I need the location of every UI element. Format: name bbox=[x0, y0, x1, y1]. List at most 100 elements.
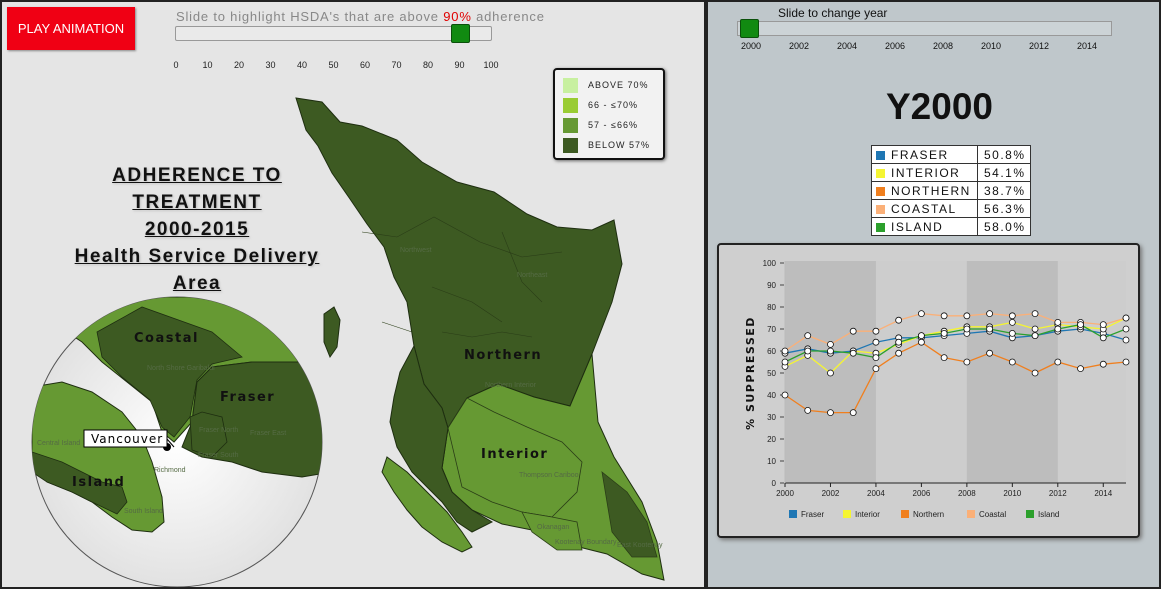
year-tick-label: 2014 bbox=[1076, 41, 1098, 51]
vancouver-label: Vancouver bbox=[91, 432, 163, 446]
adherence-tick-label: 10 bbox=[202, 60, 213, 70]
y-tick-label: 50 bbox=[767, 369, 776, 378]
year-slider-thumb[interactable] bbox=[740, 19, 759, 38]
legend-swatch-interior bbox=[843, 510, 851, 518]
legend-label-island: Island bbox=[1038, 510, 1059, 519]
data-point-coastal bbox=[1054, 319, 1062, 326]
legend-swatch bbox=[563, 117, 578, 133]
legend-item: 57 - ≤66% bbox=[563, 117, 638, 133]
data-point-island bbox=[849, 349, 857, 357]
legend-label-coastal: Coastal bbox=[979, 510, 1006, 519]
legend-label-northern: Northern bbox=[913, 510, 944, 519]
data-point-northern bbox=[1122, 358, 1130, 366]
adherence-slider-track[interactable] bbox=[175, 26, 492, 41]
adherence-slider-thumb[interactable] bbox=[451, 24, 470, 43]
region-swatch bbox=[876, 168, 885, 178]
x-tick-label: 2000 bbox=[776, 489, 794, 498]
region-value: 56.3% bbox=[977, 199, 1031, 218]
legend-label: 57 - ≤66% bbox=[588, 120, 638, 130]
table-row: ISLAND 58.0% bbox=[871, 217, 1031, 236]
legend-label: ABOVE 70% bbox=[588, 80, 649, 90]
map-legend: ABOVE 70% 66 - ≤70% 57 - ≤66% BELOW 57% bbox=[553, 68, 665, 160]
legend-swatch-coastal bbox=[967, 510, 975, 518]
label-central-island: Central Island bbox=[37, 440, 80, 447]
legend-item: 66 - ≤70% bbox=[563, 97, 638, 113]
legend-swatch-fraser bbox=[789, 510, 797, 518]
region-name-cell: COASTAL bbox=[871, 199, 978, 218]
x-tick-label: 2006 bbox=[913, 489, 931, 498]
adherence-tick-label: 30 bbox=[265, 60, 276, 70]
data-point-island bbox=[1122, 325, 1130, 333]
data-point-island bbox=[827, 347, 834, 355]
label-island: Island bbox=[72, 475, 125, 490]
label-interior: Interior bbox=[481, 447, 548, 462]
region-name-cell: INTERIOR bbox=[871, 163, 978, 182]
data-point-island bbox=[1008, 330, 1016, 337]
table-row: INTERIOR 54.1% bbox=[871, 163, 1031, 182]
data-point-coastal bbox=[986, 310, 994, 317]
data-point-coastal bbox=[804, 332, 812, 339]
year-slider-track[interactable] bbox=[737, 21, 1112, 36]
data-point-coastal bbox=[917, 310, 925, 317]
region-name: ISLAND bbox=[891, 219, 944, 234]
data-point-northern bbox=[963, 358, 971, 366]
shaded-band bbox=[966, 261, 1058, 483]
data-point-coastal bbox=[940, 312, 948, 320]
data-point-coastal bbox=[781, 347, 789, 355]
x-tick-label: 2012 bbox=[1049, 489, 1067, 498]
label-fraser-south: Fraser South bbox=[198, 452, 239, 459]
year-tick-label: 2008 bbox=[932, 41, 954, 51]
label-fraser-north: Fraser North bbox=[199, 427, 238, 434]
label-fraser: Fraser bbox=[220, 390, 275, 405]
adherence-tick-label: 40 bbox=[296, 60, 308, 70]
legend-item: ABOVE 70% bbox=[563, 77, 649, 93]
label-fraser-east: Fraser East bbox=[250, 430, 286, 437]
map-title-line: ADHERENCE TO bbox=[112, 165, 282, 186]
region-name: COASTAL bbox=[891, 201, 957, 216]
data-point-coastal bbox=[827, 341, 834, 348]
region-haida-gwaii bbox=[323, 306, 341, 359]
year-tick-label: 2004 bbox=[836, 41, 858, 51]
region-swatch bbox=[876, 222, 885, 232]
label-richmond: Richmond bbox=[154, 467, 186, 474]
label-south-island: South Island bbox=[124, 508, 163, 515]
y-tick-label: 10 bbox=[767, 457, 776, 466]
map-title: ADHERENCE TO TREATMENT 2000-2015 Health … bbox=[57, 162, 337, 297]
label-thompson-cariboo: Thompson Cariboo bbox=[519, 472, 579, 479]
table-row: NORTHERN 38.7% bbox=[871, 181, 1031, 200]
data-point-northern bbox=[940, 354, 948, 361]
y-tick-label: 40 bbox=[767, 391, 776, 400]
adherence-caption-pre: Slide to highlight HSDA's that are above bbox=[176, 9, 444, 24]
data-point-northern bbox=[781, 391, 789, 399]
region-swatch bbox=[876, 150, 885, 160]
data-point-interior bbox=[1008, 319, 1016, 326]
adherence-tick-label: 0 bbox=[173, 60, 179, 70]
data-point-island bbox=[1031, 332, 1039, 339]
data-point-coastal bbox=[872, 327, 880, 335]
region-value: 38.7% bbox=[977, 181, 1031, 200]
year-tick-label: 2002 bbox=[788, 41, 810, 51]
data-point-northern bbox=[1008, 358, 1016, 366]
label-east-kootenay: East Kootenay bbox=[617, 542, 663, 549]
table-row: COASTAL 56.3% bbox=[871, 199, 1031, 218]
adherence-tick-label: 100 bbox=[483, 60, 499, 70]
data-point-island bbox=[1077, 321, 1084, 328]
play-animation-button[interactable]: PLAY ANIMATION bbox=[7, 7, 135, 50]
label-northeast: Northeast bbox=[517, 272, 547, 279]
legend-label: 66 - ≤70% bbox=[588, 100, 638, 110]
legend-swatch-island bbox=[1026, 510, 1034, 518]
region-name: NORTHERN bbox=[891, 183, 971, 198]
map-title-line: Area bbox=[172, 273, 222, 294]
map-panel: Northwest Northeast Northern Interior Th… bbox=[0, 0, 706, 589]
adherence-caption-post: adherence bbox=[471, 9, 545, 24]
adherence-slider-caption: Slide to highlight HSDA's that are above… bbox=[176, 9, 545, 24]
data-point-coastal bbox=[849, 327, 857, 335]
region-value: 50.8% bbox=[977, 145, 1031, 164]
label-okanagan: Okanagan bbox=[537, 524, 569, 531]
region-swatch bbox=[876, 186, 885, 196]
data-point-coastal bbox=[1122, 314, 1130, 322]
y-tick-label: 100 bbox=[763, 259, 777, 268]
data-point-northern bbox=[849, 409, 857, 417]
data-point-northern bbox=[804, 406, 812, 414]
y-tick-label: 0 bbox=[772, 479, 777, 488]
